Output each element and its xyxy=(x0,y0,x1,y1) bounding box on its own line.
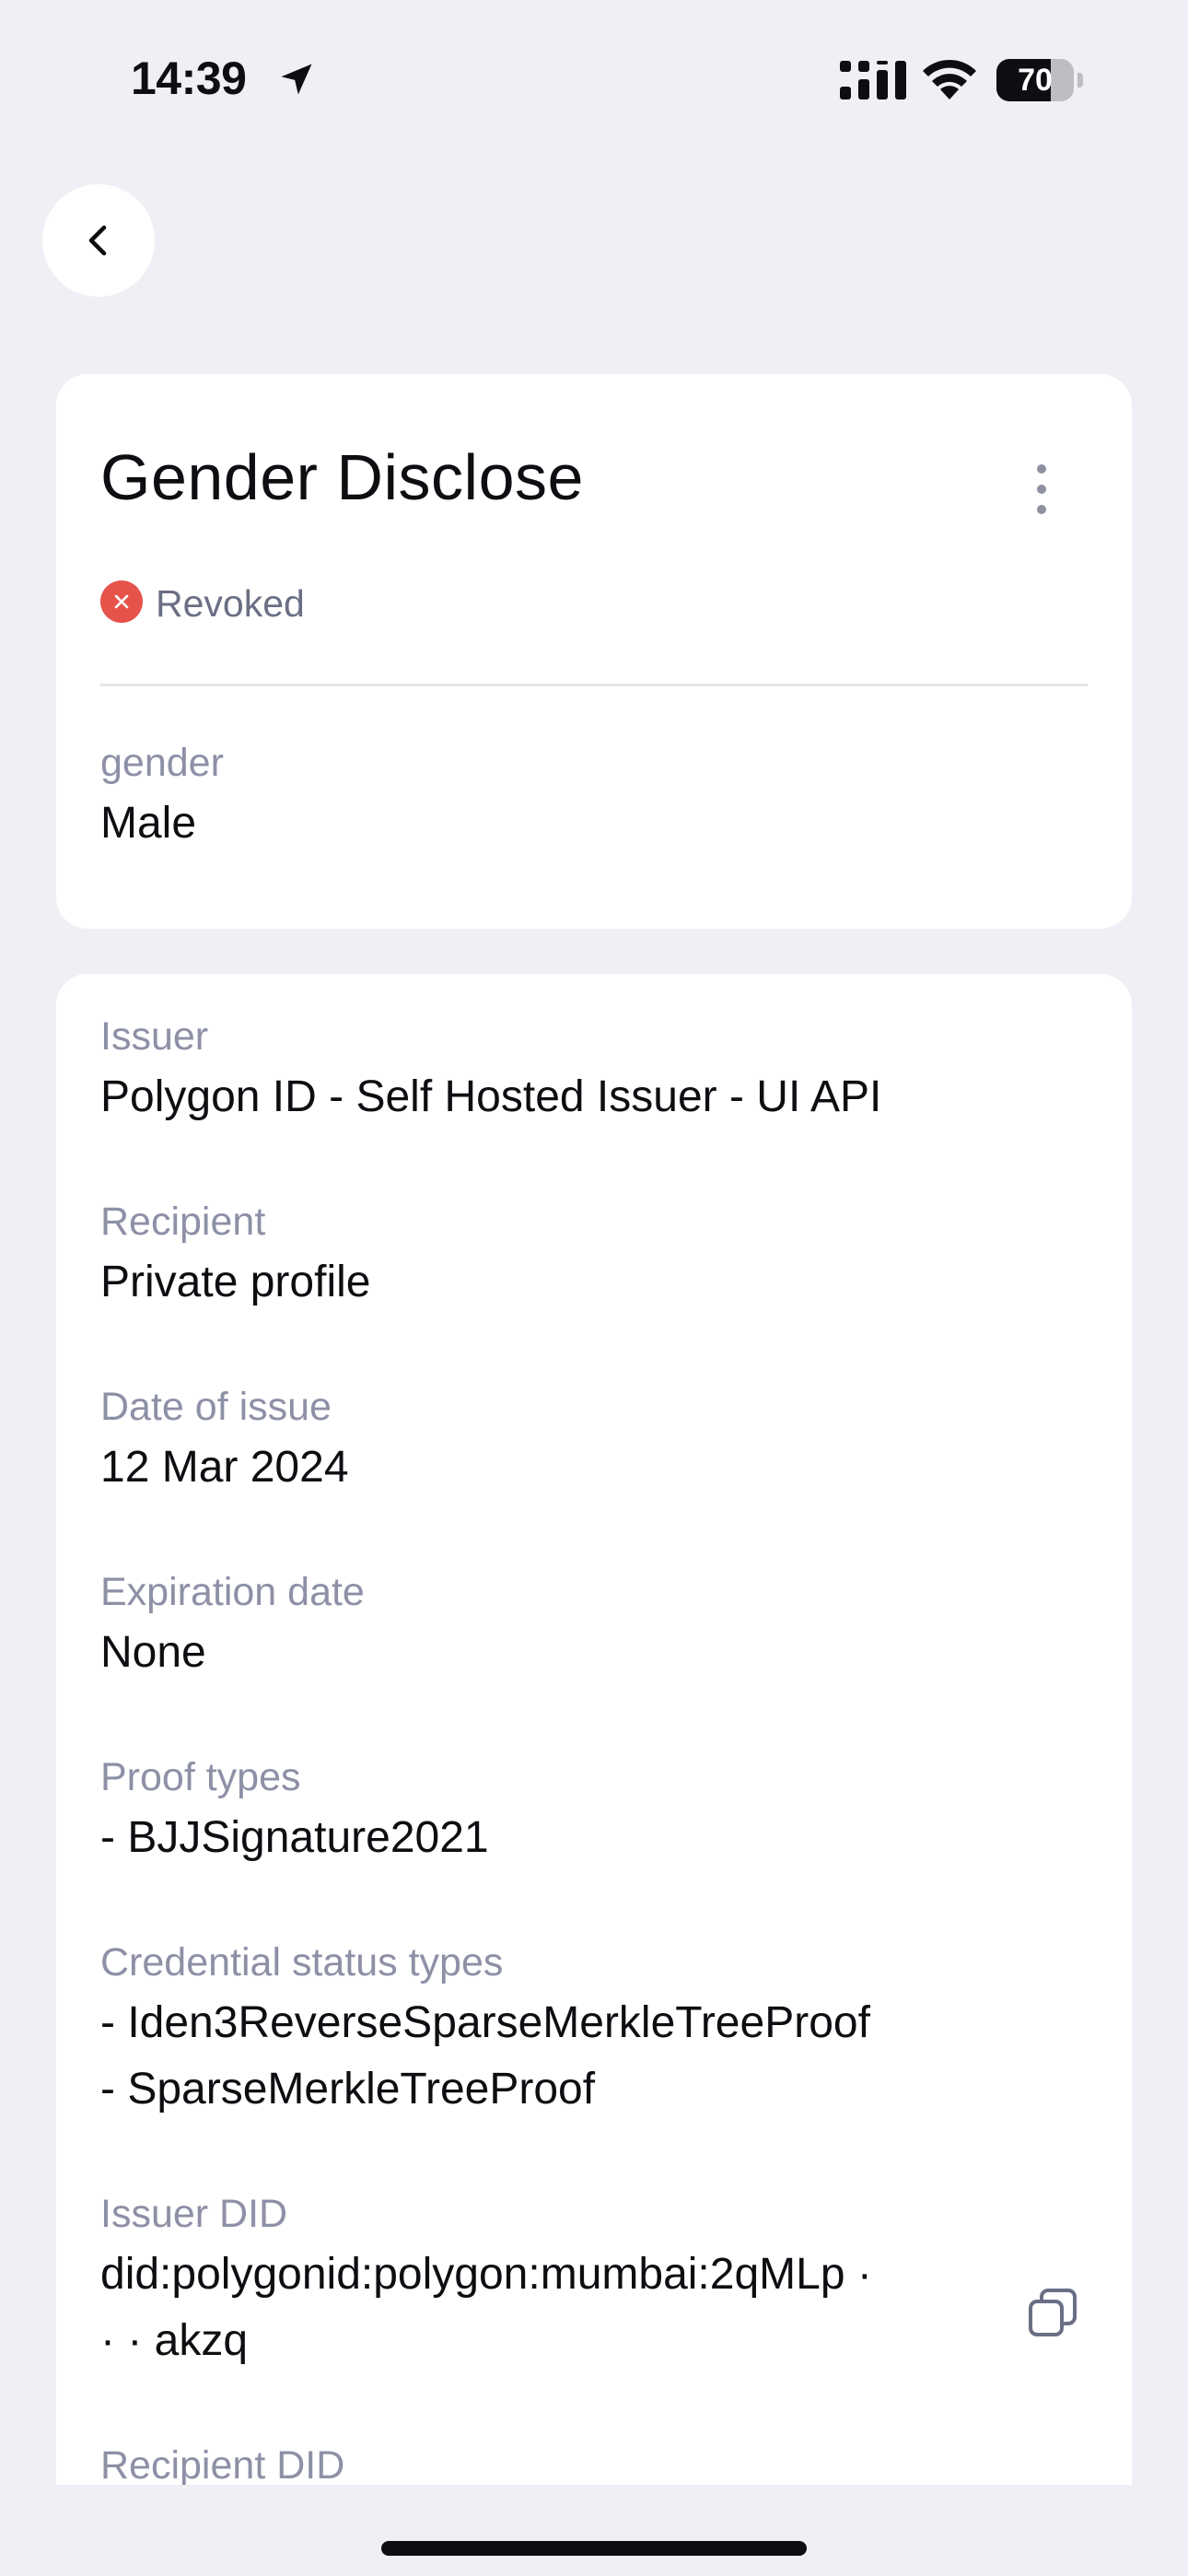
chevron-left-icon xyxy=(88,225,107,256)
status-bar: 14:39 70 xyxy=(0,0,1188,157)
copy-icon xyxy=(1029,2289,1077,2336)
divider xyxy=(100,684,1088,686)
status-time: 14:39 xyxy=(131,53,247,104)
expiration-date-value: None xyxy=(100,1628,206,1677)
revoked-icon xyxy=(100,580,143,623)
cellular-signal-icon xyxy=(840,61,906,100)
home-indicator[interactable] xyxy=(381,2541,807,2556)
date-of-issue-label: Date of issue xyxy=(100,1385,332,1429)
more-vertical-icon xyxy=(1037,464,1046,474)
back-button[interactable] xyxy=(42,184,155,297)
date-of-issue-value: 12 Mar 2024 xyxy=(100,1443,349,1492)
issuer-did-value-cont: · · akzq xyxy=(100,2316,249,2365)
battery-icon: 70 xyxy=(996,59,1083,101)
recipient-label: Recipient xyxy=(100,1200,266,1244)
status-label: Revoked xyxy=(156,582,305,625)
issuer-did-value: did:polygonid:polygon:mumbai:2qMLp · xyxy=(100,2250,872,2299)
issuer-label: Issuer xyxy=(100,1014,209,1059)
issuer-value: Polygon ID - Self Hosted Issuer - UI API xyxy=(100,1072,882,1121)
status-type-item: - SparseMerkleTreeProof xyxy=(100,2065,596,2113)
status-type-item: - Iden3ReverseSparseMerkleTreeProof xyxy=(100,1998,870,2047)
proof-types-value: - BJJSignature2021 xyxy=(100,1813,489,1862)
credential-status-types-label: Credential status types xyxy=(100,1940,504,1985)
issuer-did-label: Issuer DID xyxy=(100,2192,288,2236)
expiration-date-label: Expiration date xyxy=(100,1570,365,1614)
attribute-label: gender xyxy=(100,741,224,785)
wifi-icon xyxy=(923,59,976,100)
more-options-button[interactable] xyxy=(1023,451,1060,527)
recipient-did-label: Recipient DID xyxy=(100,2443,345,2485)
proof-types-label: Proof types xyxy=(100,1755,301,1799)
attribute-value: Male xyxy=(100,799,197,848)
recipient-value: Private profile xyxy=(100,1258,371,1306)
credential-card: Gender Disclose Revoked gender Male xyxy=(56,374,1132,929)
credential-title: Gender Disclose xyxy=(100,441,584,513)
location-arrow-icon xyxy=(281,64,312,95)
bottom-safe-area xyxy=(0,2485,1188,2576)
details-card: Issuer Polygon ID - Self Hosted Issuer -… xyxy=(56,974,1132,2485)
copy-issuer-did-button[interactable] xyxy=(1025,2285,1080,2340)
battery-level: 70 xyxy=(1018,63,1053,98)
